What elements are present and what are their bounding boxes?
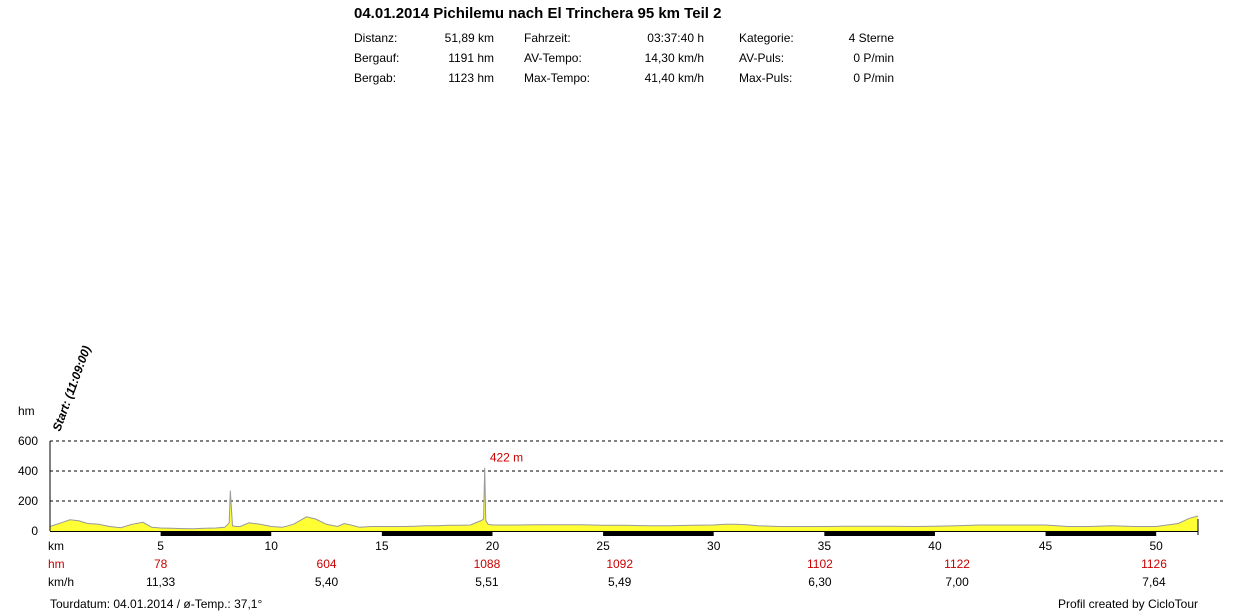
row-label-kmh: km/h bbox=[48, 575, 74, 589]
x-tick-label-50: 50 bbox=[1150, 539, 1164, 553]
y-tick-label-400: 400 bbox=[18, 464, 38, 478]
kmh-value-4: 6,30 bbox=[808, 575, 832, 589]
hm-value-3: 1092 bbox=[606, 557, 633, 571]
row-label-hm: hm bbox=[48, 557, 65, 571]
hm-value-1: 604 bbox=[317, 557, 337, 571]
kmh-value-6: 7,64 bbox=[1142, 575, 1166, 589]
x-tick-label-40: 40 bbox=[928, 539, 942, 553]
y-tick-label-0: 0 bbox=[31, 524, 38, 538]
kmh-value-3: 5,49 bbox=[608, 575, 632, 589]
x-tick-label-10: 10 bbox=[265, 539, 279, 553]
kmh-value-1: 5,40 bbox=[315, 575, 339, 589]
hm-value-2: 1088 bbox=[474, 557, 501, 571]
km-bar-15 bbox=[381, 532, 493, 536]
hm-value-0: 78 bbox=[154, 557, 168, 571]
y-tick-label-200: 200 bbox=[18, 494, 38, 508]
x-tick-label-45: 45 bbox=[1039, 539, 1053, 553]
x-axis-label: km bbox=[48, 539, 64, 553]
footer-credit: Profil created by CicloTour bbox=[1057, 597, 1198, 611]
footer-tour-info: Tourdatum: 04.01.2014 / ø-Temp.: 37,1° bbox=[50, 597, 263, 611]
hm-value-5: 1122 bbox=[944, 557, 970, 571]
elevation-area bbox=[50, 467, 1198, 531]
elevation-profile-chart: 0 200 400 600 hm km 5 10 15 20 25 30 35 40 45 50 hm km/h 7… bbox=[18, 344, 1226, 589]
x-tick-label-35: 35 bbox=[818, 539, 832, 553]
km-bar-25 bbox=[603, 532, 714, 536]
elevation-line bbox=[49, 467, 1199, 530]
km-bar-35 bbox=[824, 532, 935, 536]
kmh-value-0: 11,33 bbox=[146, 575, 175, 589]
x-tick-label-25: 25 bbox=[596, 539, 610, 553]
start-label: Start: (11:09:00) bbox=[50, 344, 94, 433]
km-bar-5 bbox=[160, 532, 272, 536]
kmh-value-2: 5,51 bbox=[475, 575, 499, 589]
y-axis-label: hm bbox=[18, 404, 35, 418]
x-tick-label-5: 5 bbox=[157, 539, 164, 553]
hm-value-6: 1126 bbox=[1141, 557, 1167, 571]
x-tick-label-30: 30 bbox=[707, 539, 721, 553]
kmh-value-5: 7,00 bbox=[945, 575, 969, 589]
peak-annotation-0: 422 m bbox=[490, 451, 523, 465]
x-tick-label-20: 20 bbox=[486, 539, 500, 553]
x-tick-label-15: 15 bbox=[375, 539, 389, 553]
hm-value-4: 1102 bbox=[807, 557, 833, 571]
km-bar-45 bbox=[1045, 532, 1157, 536]
y-tick-label-600: 600 bbox=[18, 434, 38, 448]
